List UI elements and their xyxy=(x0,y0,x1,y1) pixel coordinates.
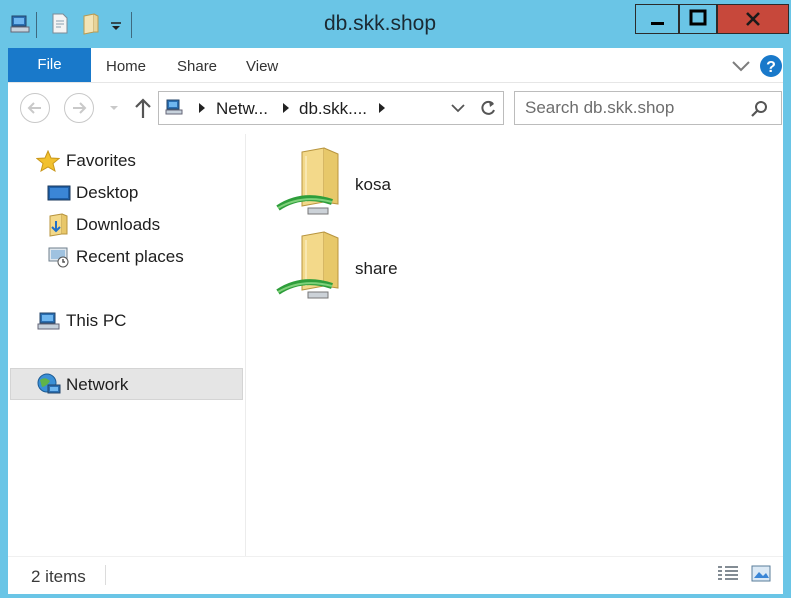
tab-view[interactable]: View xyxy=(246,58,278,75)
address-history-icon[interactable] xyxy=(451,102,465,114)
maximize-button[interactable] xyxy=(679,4,717,34)
help-icon[interactable]: ? xyxy=(759,54,783,78)
expand-ribbon-icon[interactable] xyxy=(731,58,751,74)
minimize-button[interactable] xyxy=(635,4,679,34)
close-icon xyxy=(746,12,760,26)
breadcrumb-db-skk[interactable]: db.skk.... xyxy=(299,99,367,119)
status-separator xyxy=(105,565,106,585)
network-location-icon xyxy=(165,99,183,115)
sidebar-item-favorites[interactable]: Favorites xyxy=(66,151,136,171)
recent-places-icon xyxy=(48,247,69,268)
status-bar xyxy=(8,556,783,594)
back-arrow-icon xyxy=(27,102,41,114)
sidebar-item-downloads[interactable]: Downloads xyxy=(76,215,160,235)
svg-text:?: ? xyxy=(766,59,776,76)
search-input[interactable]: Search db.skk.shop xyxy=(525,98,674,118)
breadcrumb-network[interactable]: Netw... xyxy=(216,99,268,119)
minimize-icon xyxy=(651,22,664,25)
large-icons-view-icon[interactable] xyxy=(750,564,772,584)
breadcrumb-chevron-icon[interactable] xyxy=(378,102,386,114)
network-icon xyxy=(37,373,61,394)
up-arrow-icon[interactable] xyxy=(132,96,154,120)
network-share-folder-icon xyxy=(276,147,339,215)
sidebar-item-desktop[interactable]: Desktop xyxy=(76,183,138,203)
downloads-folder-icon xyxy=(49,213,68,237)
breadcrumb-chevron-icon[interactable] xyxy=(198,102,206,114)
close-button[interactable] xyxy=(717,4,789,34)
breadcrumb-chevron-icon[interactable] xyxy=(282,102,290,114)
this-pc-icon xyxy=(37,312,60,330)
maximize-icon xyxy=(689,9,707,26)
forward-arrow-icon xyxy=(73,102,87,114)
tab-home[interactable]: Home xyxy=(106,58,146,75)
sidebar-item-recent-places[interactable]: Recent places xyxy=(76,247,184,267)
refresh-icon[interactable] xyxy=(478,98,498,118)
back-button[interactable] xyxy=(20,93,50,123)
folder-name: kosa xyxy=(355,175,391,194)
file-tab[interactable]: File xyxy=(8,48,91,82)
search-icon[interactable] xyxy=(750,99,770,119)
recent-locations-icon[interactable] xyxy=(108,103,120,113)
sidebar-item-label: Network xyxy=(66,375,129,394)
desktop-icon xyxy=(47,185,71,201)
sidebar-item-this-pc[interactable]: This PC xyxy=(66,311,126,331)
item-count: 2 items xyxy=(31,567,86,586)
list-item[interactable]: kosa xyxy=(272,146,408,220)
details-view-icon[interactable] xyxy=(716,564,740,584)
forward-button[interactable] xyxy=(64,93,94,123)
network-share-folder-icon xyxy=(276,231,339,299)
tab-share[interactable]: Share xyxy=(177,58,217,75)
list-item[interactable]: share xyxy=(272,230,408,304)
star-icon xyxy=(36,150,60,172)
folder-name: share xyxy=(355,259,398,278)
